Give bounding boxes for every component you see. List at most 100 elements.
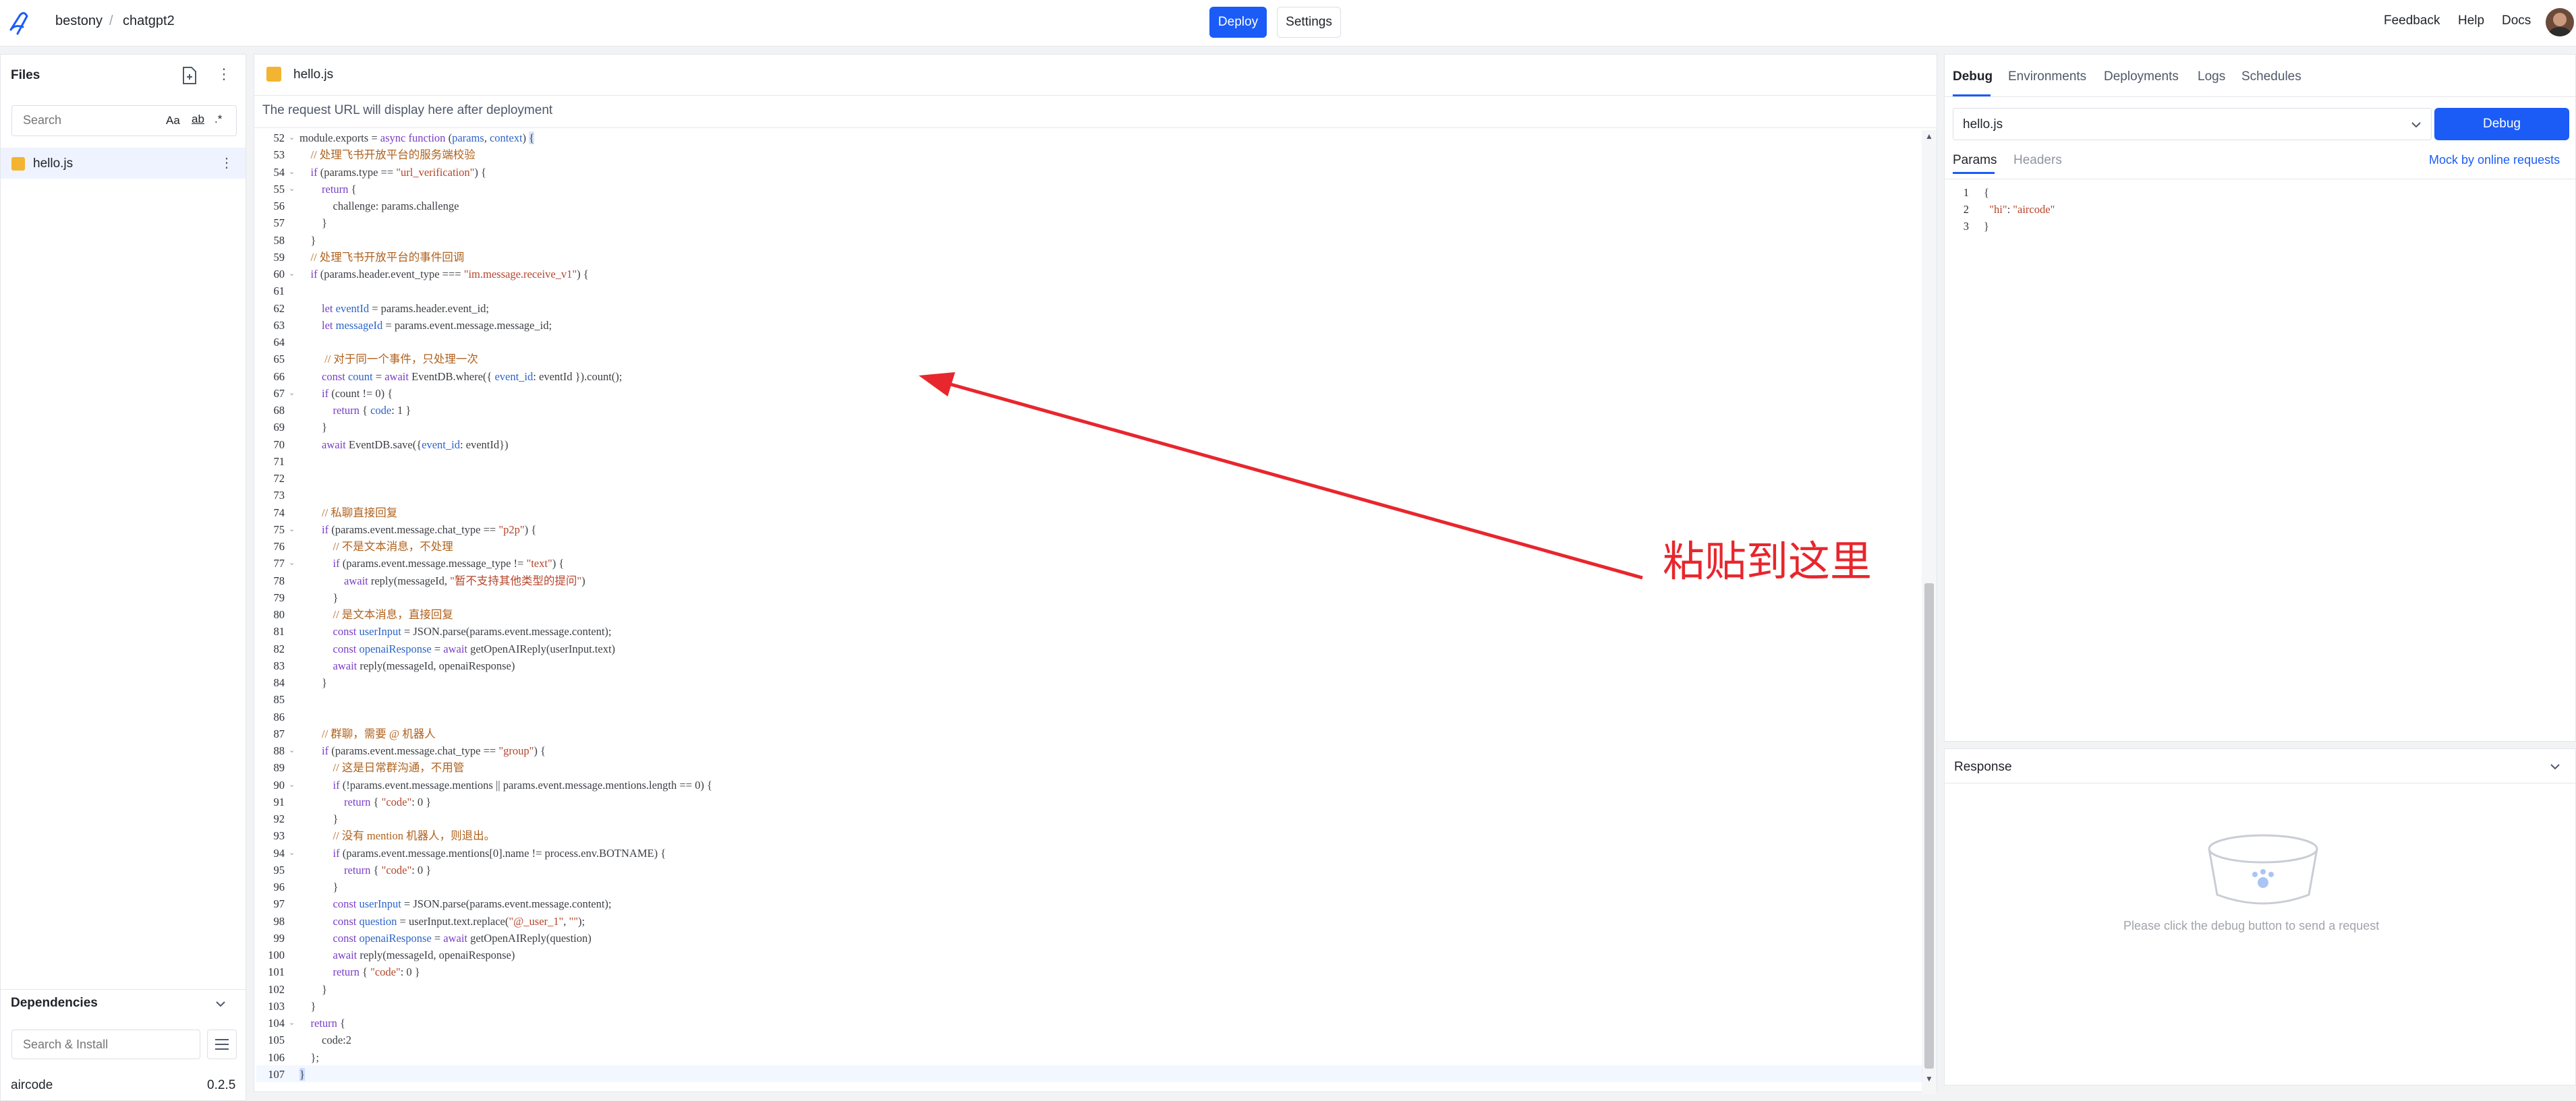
code-text: let messageId = params.event.message.mes… xyxy=(322,318,552,332)
dependency-name: aircode xyxy=(11,1078,53,1092)
file-select[interactable]: hello.js xyxy=(1953,108,2432,140)
fold-toggle-icon[interactable]: ⌄ xyxy=(289,1015,295,1032)
fold-toggle-icon[interactable]: ⌄ xyxy=(289,845,295,862)
tab-debug[interactable]: Debug xyxy=(1953,69,1993,84)
tab-environments[interactable]: Environments xyxy=(2008,69,2086,84)
debug-button[interactable]: Debug xyxy=(2434,108,2569,140)
code-editor[interactable]: 52 ⌄ module.exports = async function (para… xyxy=(256,129,1922,1087)
line-number: 75 xyxy=(273,523,285,536)
line-number: 94 xyxy=(273,846,285,860)
line-number: 52 xyxy=(273,131,285,144)
line-number: 98 xyxy=(273,914,285,928)
mock-link[interactable]: Mock by online requests xyxy=(2429,153,2560,167)
dependency-list-button[interactable] xyxy=(207,1030,237,1059)
line-number: 54 xyxy=(273,165,285,179)
feedback-link[interactable]: Feedback xyxy=(2384,13,2440,28)
tab-logs[interactable]: Logs xyxy=(2198,69,2225,84)
fold-toggle-icon[interactable]: ⌄ xyxy=(289,181,295,198)
code-text: return { "code": 0 } xyxy=(333,965,420,979)
file-item-more-icon[interactable]: ⋮ xyxy=(220,154,233,171)
line-number: 86 xyxy=(273,710,285,723)
code-text: // 群聊，需要 @ 机器人 xyxy=(322,727,436,740)
regex-icon[interactable]: .* xyxy=(214,113,222,126)
code-text: { xyxy=(1984,186,1989,199)
code-text: } xyxy=(299,982,327,996)
settings-button[interactable]: Settings xyxy=(1277,7,1341,38)
deploy-button[interactable]: Deploy xyxy=(1209,7,1267,38)
line-number: 68 xyxy=(273,404,285,417)
code-text: const userInput = JSON.parse(params.even… xyxy=(333,897,612,911)
fold-toggle-icon[interactable]: ⌄ xyxy=(289,129,295,146)
breadcrumb-team[interactable]: bestony xyxy=(55,13,103,29)
line-number: 85 xyxy=(273,693,285,707)
code-text: // 处理飞书开放平台的服务端校验 xyxy=(310,148,476,162)
breadcrumb-separator: / xyxy=(109,13,113,28)
tab-deployments[interactable]: Deployments xyxy=(2104,69,2179,84)
subtab-headers[interactable]: Headers xyxy=(2013,153,2062,168)
line-number: 90 xyxy=(273,778,285,792)
fold-toggle-icon[interactable]: ⌄ xyxy=(289,266,295,282)
params-json-editor[interactable]: 1 {2 "hi": "aircode" 3} xyxy=(1950,184,2571,238)
help-link[interactable]: Help xyxy=(2458,13,2484,28)
current-line-highlight xyxy=(256,1065,1922,1082)
scrollbar-thumb[interactable] xyxy=(1924,583,1934,1069)
fold-toggle-icon[interactable]: ⌄ xyxy=(289,777,295,794)
line-number: 96 xyxy=(273,881,285,893)
line-number: 93 xyxy=(273,829,285,843)
fold-toggle-icon[interactable]: ⌄ xyxy=(289,742,295,759)
response-panel: Response Please click the debug button t… xyxy=(1944,748,2576,1085)
file-search-input[interactable] xyxy=(22,113,159,128)
line-number: 103 xyxy=(268,999,285,1013)
code-text: return { "code": 0 } xyxy=(344,795,432,808)
code-text: // 处理飞书开放平台的事件回调 xyxy=(310,250,465,264)
response-empty-text: Please click the debug button to send a … xyxy=(2123,919,2380,932)
code-text: } xyxy=(299,881,339,893)
js-file-icon xyxy=(11,157,25,171)
code-text: if (!params.event.message.mentions || pa… xyxy=(333,778,712,792)
new-file-icon[interactable] xyxy=(180,65,199,86)
code-text: if (params.event.message.mentions[0].nam… xyxy=(333,846,666,860)
code-text: if (params.event.message.chat_type == "g… xyxy=(322,744,546,757)
code-text: await reply(messageId, openaiResponse) xyxy=(333,659,515,672)
code-text: const openaiResponse = await getOpenAIRe… xyxy=(333,931,592,945)
code-text: // 私聊直接回复 xyxy=(322,506,398,519)
line-number: 63 xyxy=(273,318,285,332)
fold-toggle-icon[interactable]: ⌄ xyxy=(289,385,295,402)
dependency-search-input[interactable] xyxy=(22,1037,193,1052)
code-text: let eventId = params.header.event_id; xyxy=(322,301,490,315)
line-number: 105 xyxy=(268,1034,285,1047)
match-case-toggle[interactable]: Aa xyxy=(166,114,180,127)
line-number: 74 xyxy=(273,506,285,519)
tab-schedules[interactable]: Schedules xyxy=(2241,69,2301,84)
chevron-down-icon[interactable] xyxy=(2548,760,2562,773)
line-number: 69 xyxy=(273,421,285,434)
line-number: 73 xyxy=(273,489,285,502)
editor-scrollbar[interactable]: ▲ ▼ xyxy=(1922,130,1937,1094)
fold-toggle-icon[interactable]: ⌄ xyxy=(289,521,295,538)
code-text: // 这是日常群沟通，不用管 xyxy=(333,761,465,775)
file-item-name: hello.js xyxy=(33,156,74,171)
whole-word-icon[interactable]: ab xyxy=(192,113,204,126)
chevron-down-icon xyxy=(2411,122,2421,128)
line-number: 61 xyxy=(273,285,285,298)
line-number: 65 xyxy=(273,353,285,366)
top-bar: bestony / chatgpt2 Deploy Settings Feedb… xyxy=(0,0,2576,47)
docs-link[interactable]: Docs xyxy=(2502,13,2531,28)
file-item[interactable]: hello.js ⋮ xyxy=(1,148,246,179)
dependency-version: 0.2.5 xyxy=(207,1078,236,1092)
fold-toggle-icon[interactable]: ⌄ xyxy=(289,164,295,181)
code-text: return { xyxy=(322,182,357,196)
code-text: code:2 xyxy=(299,1034,351,1047)
line-number: 72 xyxy=(273,472,285,485)
subtab-params[interactable]: Params xyxy=(1953,153,1997,168)
code-text: }; xyxy=(299,1050,320,1064)
breadcrumb-app[interactable]: chatgpt2 xyxy=(123,13,175,29)
chevron-down-icon[interactable] xyxy=(214,997,227,1011)
fold-toggle-icon[interactable]: ⌄ xyxy=(289,555,295,572)
line-number: 62 xyxy=(273,301,285,315)
editor-tab-hello-js[interactable]: hello.js xyxy=(293,67,333,82)
files-more-icon[interactable]: ⋮ xyxy=(217,65,231,83)
dependencies-title: Dependencies xyxy=(11,996,98,1010)
aircode-logo[interactable] xyxy=(8,9,31,36)
avatar[interactable] xyxy=(2546,8,2574,36)
